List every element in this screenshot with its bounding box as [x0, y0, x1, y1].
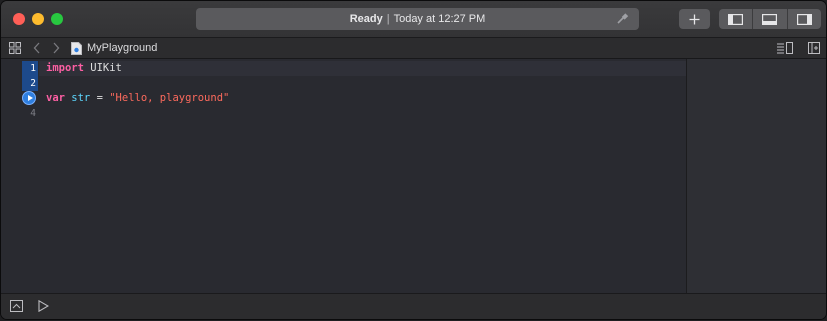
- code-editor[interactable]: 1 2 4 import UIKit var str = "Hello, pla…: [1, 59, 686, 293]
- forward-arrow-icon[interactable]: [52, 41, 60, 55]
- titlebar: Ready | Today at 12:27 PM: [1, 1, 826, 38]
- line-number: 1: [30, 63, 36, 74]
- grid-icon[interactable]: [9, 41, 21, 55]
- back-arrow-icon[interactable]: [33, 41, 41, 55]
- navigator-toggle-icon[interactable]: [719, 9, 754, 29]
- debug-area-toggle-icon[interactable]: [753, 9, 788, 29]
- line-gutter: 1 2 4: [1, 59, 39, 293]
- line-number: 4: [30, 108, 36, 119]
- close-button[interactable]: [13, 13, 25, 25]
- keyword: import: [46, 62, 84, 74]
- status-time: Today at 12:27 PM: [393, 13, 486, 25]
- status-ready: Ready: [349, 13, 383, 25]
- jump-bar: MyPlayground: [1, 38, 826, 59]
- string-literal: "Hello, playground": [109, 92, 230, 104]
- bottom-bar: [1, 293, 826, 319]
- hammer-icon: [615, 12, 629, 26]
- code-line-3: var str = "Hello, playground": [46, 91, 229, 106]
- zoom-button[interactable]: [51, 13, 63, 25]
- editor-options-icon[interactable]: [777, 41, 793, 55]
- status-separator: |: [386, 13, 390, 25]
- current-line-highlight: [39, 61, 686, 76]
- keyword: var: [46, 92, 65, 104]
- playground-file-icon: [71, 41, 82, 55]
- results-sidebar: [686, 59, 826, 293]
- inspector-toggle-icon[interactable]: [788, 9, 821, 29]
- panel-toggle-group: [719, 9, 821, 29]
- run-playground-button[interactable]: [22, 91, 36, 105]
- minimize-button[interactable]: [32, 13, 44, 25]
- xcode-window: Ready | Today at 12:27 PM MyPlayground 1…: [1, 1, 826, 319]
- file-breadcrumb[interactable]: MyPlayground: [87, 41, 157, 55]
- activity-status: Ready | Today at 12:27 PM: [196, 8, 639, 30]
- add-library-button[interactable]: [679, 9, 710, 29]
- module-name: UIKit: [83, 62, 122, 74]
- line-number: 2: [30, 78, 36, 89]
- plus-icon: [679, 9, 710, 29]
- split-editor-icon[interactable]: [808, 41, 820, 55]
- debug-area-icon[interactable]: [10, 300, 23, 312]
- play-icon[interactable]: [38, 300, 49, 312]
- code-line-1: import UIKit: [46, 61, 122, 76]
- operator: =: [90, 92, 110, 104]
- variable-name: str: [64, 92, 91, 104]
